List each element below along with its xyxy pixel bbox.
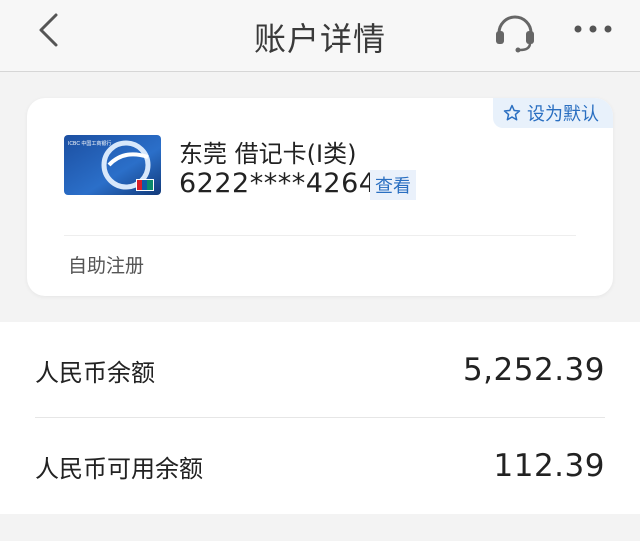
card-divider <box>64 235 576 236</box>
rmb-available-balance-value: 112.39 <box>493 448 605 484</box>
balance-panel: 人民币余额 5,252.39 人民币可用余额 112.39 <box>0 322 640 514</box>
rmb-available-balance-row: 人民币可用余额 112.39 <box>35 418 605 514</box>
top-bar: 账户详情 <box>0 0 640 72</box>
view-card-number-button[interactable]: 查看 <box>370 170 416 200</box>
card-image-text: ICBC 中国工商银行 <box>68 140 111 147</box>
card-number: 6222****4264 <box>179 168 377 199</box>
more-button[interactable] <box>568 14 618 44</box>
rmb-balance-row: 人民币余额 5,252.39 <box>35 322 605 418</box>
set-default-label: 设为默认 <box>527 104 599 125</box>
bank-card-image: ICBC 中国工商银行 <box>64 135 161 195</box>
account-card: 设为默认 ICBC 中国工商银行 东莞 借记卡(I类) 6222****4264… <box>27 98 613 296</box>
rmb-balance-label: 人民币余额 <box>35 358 155 387</box>
card-name: 东莞 借记卡(I类) <box>179 140 357 168</box>
customer-service-button[interactable] <box>490 8 540 54</box>
headset-icon <box>496 15 534 53</box>
self-register-link[interactable]: 自助注册 <box>68 251 144 278</box>
rmb-balance-value: 5,252.39 <box>462 352 605 388</box>
set-default-button[interactable]: 设为默认 <box>493 98 613 128</box>
page-title: 账户详情 <box>253 20 386 58</box>
star-outline-icon <box>503 104 521 121</box>
ellipsis-icon <box>574 25 612 33</box>
rmb-available-balance-label: 人民币可用余额 <box>35 454 203 483</box>
